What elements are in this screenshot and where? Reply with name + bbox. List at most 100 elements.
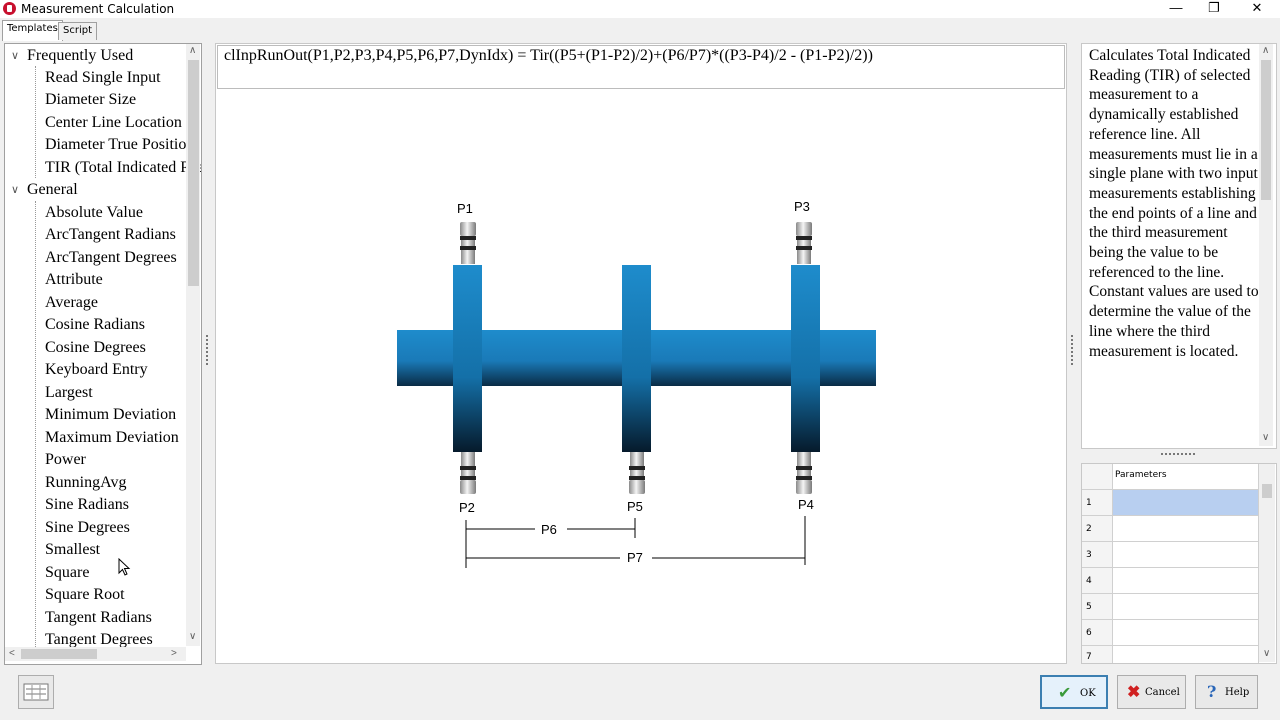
close-button[interactable]: ✕ [1237,0,1277,18]
probe-p1 [460,222,476,264]
parameters-header: Parameters [1113,464,1259,490]
description-text: Calculates Total Indicated Reading (TIR)… [1089,47,1259,360]
parameters-scrollbar[interactable]: ∨ [1259,464,1275,662]
row-header[interactable]: 7 [1082,646,1113,663]
label-p6: P6 [541,522,557,537]
scroll-up-icon[interactable]: ∧ [189,45,196,56]
label-p3: P3 [794,199,810,214]
tree-item-label: TIR (Total Indicated Reading) [45,159,201,176]
tree-item-label: Diameter Size [45,91,137,108]
app-logo-icon [3,2,16,15]
label-p1: P1 [457,201,473,216]
chevron-down-icon[interactable]: ∨ [11,45,19,67]
help-button-label: Help [1225,687,1250,698]
tree-item-label: Read Single Input [45,69,161,86]
tree-item-label: Minimum Deviation [45,406,177,423]
parameters-scroll-thumb[interactable] [1262,484,1272,498]
tab-templates[interactable]: Templates [2,20,63,41]
parameter-cell[interactable] [1113,542,1259,568]
calculator-icon [23,683,49,701]
probe-p2 [460,452,476,494]
tree-item-label: Maximum Deviation [45,429,179,446]
help-button[interactable]: ? Help [1195,675,1258,709]
chevron-down-icon[interactable]: ∨ [11,179,19,201]
tree-item-label: Diameter True Position [45,136,195,153]
template-tree: ∨ Frequently Used Read Single Input Diam… [4,43,202,665]
parameters-splitter[interactable] [1161,453,1195,458]
tree-item-label: Sine Degrees [45,519,130,536]
parameters-grid: Parameters 1 2 3 4 5 6 7 ∨ [1081,463,1277,664]
description-scroll-thumb[interactable] [1261,60,1271,200]
row-header[interactable]: 5 [1082,594,1113,620]
tree-item-label: Sine Radians [45,496,129,513]
collar-right [791,265,820,452]
tree-item-label: Power [45,451,86,468]
probe-p4 [796,452,812,494]
calculator-button[interactable] [18,675,54,709]
tree-item-label: RunningAvg [45,474,127,491]
parameter-cell[interactable] [1113,620,1259,646]
label-p2: P2 [459,500,475,515]
tree-item-label: ArcTangent Radians [45,226,176,243]
tree-item-label: Largest [45,384,93,401]
tree-item-label: Absolute Value [45,204,143,221]
parameter-cell[interactable] [1113,516,1259,542]
formula-text: clInpRunOut(P1,P2,P3,P4,P5,P6,P7,DynIdx)… [224,47,873,64]
parameter-cell[interactable] [1113,646,1259,663]
runout-diagram: P1 P3 P2 P5 P4 P6 P7 [397,199,876,568]
tree-connector [35,201,37,651]
label-p7: P7 [627,550,643,565]
row-header[interactable]: 6 [1082,620,1113,646]
question-mark-icon: ? [1207,682,1217,701]
scroll-down-icon[interactable]: ∨ [189,631,196,642]
left-splitter[interactable] [206,335,211,365]
label-p5: P5 [627,499,643,514]
tree-connector [35,66,37,178]
tree-item-label: Tangent Radians [45,609,152,626]
probe-p3 [796,222,812,264]
label-p4: P4 [798,497,814,512]
scroll-down-icon[interactable]: ∨ [1263,648,1270,659]
parameter-cell[interactable] [1113,568,1259,594]
window-title: Measurement Calculation [21,2,175,16]
row-header[interactable]: 2 [1082,516,1113,542]
tree-item-label: Keyboard Entry [45,361,148,378]
minimize-button[interactable]: — [1156,0,1196,18]
parameter-cell[interactable] [1113,594,1259,620]
cancel-button[interactable]: ✖ Cancel [1117,675,1186,709]
tree-horizontal-scroll-thumb[interactable] [21,649,97,659]
row-header[interactable]: 4 [1082,568,1113,594]
grid-corner-cell [1082,464,1113,490]
cancel-button-label: Cancel [1145,687,1180,698]
ok-button[interactable]: ✔ OK [1040,675,1108,709]
collar-center [622,265,651,452]
tree-item-label: Average [45,294,98,311]
ok-button-label: OK [1080,688,1096,699]
row-header[interactable]: 1 [1082,490,1113,516]
scroll-up-icon[interactable]: ∧ [1262,45,1269,56]
tree-item-label: Square [45,564,90,581]
tree-group-label: General [27,181,78,198]
row-header[interactable]: 3 [1082,542,1113,568]
title-bar [0,0,1280,18]
tree-vertical-scroll-thumb[interactable] [188,60,199,286]
tab-script[interactable]: Script [58,22,98,40]
restore-button[interactable]: ❐ [1194,0,1234,18]
parameter-cell[interactable] [1113,490,1259,516]
tree-item-label: ArcTangent Degrees [45,249,177,266]
tree-item-label: Attribute [45,271,103,288]
tree-item-label: Smallest [45,541,101,558]
scroll-right-icon[interactable]: > [171,648,177,659]
collar-left [453,265,482,452]
scroll-left-icon[interactable]: < [9,648,15,659]
checkmark-icon: ✔ [1058,683,1072,702]
tree-item-label: Cosine Degrees [45,339,146,356]
tree-item-label: Center Line Location [45,114,182,131]
mouse-cursor-icon [118,558,131,576]
tree-item-label: Cosine Radians [45,316,145,333]
x-icon: ✖ [1127,682,1141,701]
scroll-down-icon[interactable]: ∨ [1262,432,1269,443]
right-splitter[interactable] [1071,335,1076,365]
tree-group-label: Frequently Used [27,47,134,64]
probe-p5 [629,452,645,494]
